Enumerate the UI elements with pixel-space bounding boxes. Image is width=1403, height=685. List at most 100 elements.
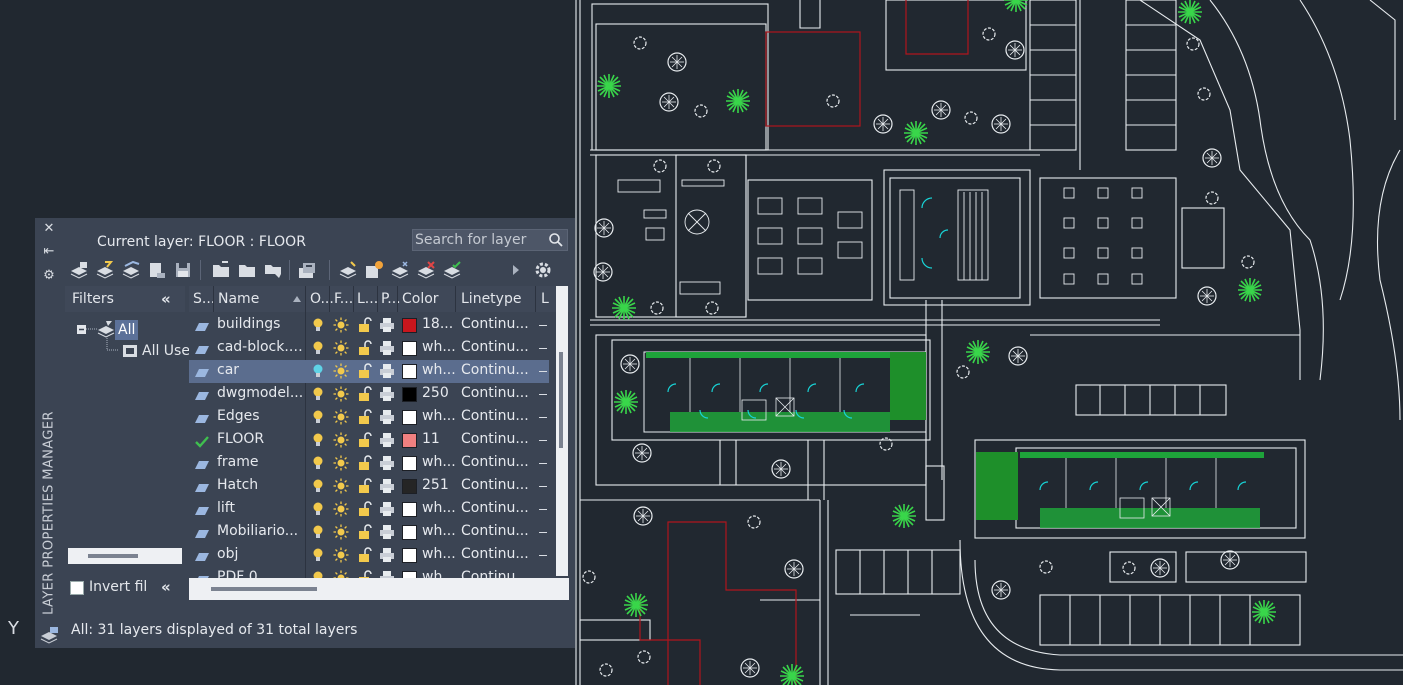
thaw-sun-icon[interactable] [333,409,349,425]
layer-linetype[interactable]: Continu... [461,454,531,470]
color-swatch[interactable] [402,341,417,356]
lineweight-line[interactable] [539,440,547,441]
thaw-sun-icon[interactable] [333,478,349,494]
color-swatch[interactable] [402,318,417,333]
save-state-icon[interactable] [173,260,193,280]
unlock-icon[interactable] [356,547,372,563]
on-bulb-icon[interactable] [310,455,326,471]
col-name[interactable]: Name [218,291,259,307]
layer-row[interactable]: Hatch 251 Continu... [189,475,569,498]
layer-color[interactable]: wh... [422,500,456,516]
on-bulb-icon[interactable] [310,501,326,517]
layer-states-manager-icon[interactable] [121,260,141,280]
color-swatch[interactable] [402,479,417,494]
layer-name[interactable]: obj [217,546,305,566]
delete-layer-icon[interactable] [416,260,436,280]
scrollbar-thumb[interactable] [211,587,317,591]
color-swatch[interactable] [402,456,417,471]
layer-status-icon[interactable] [194,411,210,425]
unlock-icon[interactable] [356,317,372,333]
lineweight-line[interactable] [539,371,547,372]
settings-gear-icon[interactable] [533,260,553,280]
layer-status-icon[interactable] [194,342,210,356]
layer-status-icon[interactable] [194,365,210,379]
plot-printer-icon[interactable] [379,478,395,494]
on-bulb-icon[interactable] [310,524,326,540]
unlock-icon[interactable] [356,409,372,425]
plot-printer-icon[interactable] [379,363,395,379]
layer-linetype[interactable]: Continu... [461,385,531,401]
col-linetype[interactable]: Linetype [461,291,521,307]
layer-row[interactable]: cad-block.… wh... Continu... [189,337,569,360]
layer-color[interactable]: wh... [422,362,456,378]
layer-status-icon[interactable] [194,549,210,563]
new-property-filter-icon[interactable] [69,260,89,280]
layer-linetype[interactable]: Continu... [461,362,531,378]
layer-status-icon[interactable] [194,503,210,517]
lineweight-line[interactable] [539,417,547,418]
layer-name[interactable]: buildings [217,316,305,336]
plot-printer-icon[interactable] [379,501,395,517]
on-bulb-icon[interactable] [310,409,326,425]
layer-color[interactable]: 18... [422,316,456,332]
layer-linetype[interactable]: Continu... [461,431,531,447]
layer-color[interactable]: 250 [422,385,456,401]
col-lineweight[interactable]: L [541,291,549,307]
layer-merge-icon[interactable] [390,260,410,280]
layer-name[interactable]: frame [217,454,305,474]
thaw-sun-icon[interactable] [333,501,349,517]
color-swatch[interactable] [402,410,417,425]
scrollbar-thumb[interactable] [559,352,563,448]
layer-list-hscroll[interactable] [189,578,569,600]
thaw-sun-icon[interactable] [333,455,349,471]
layer-linetype[interactable]: Continu... [461,523,531,539]
filters-scrollbar[interactable] [68,548,182,564]
layer-row[interactable]: Mobiliario... wh... Continu... [189,521,569,544]
thaw-sun-icon[interactable] [333,547,349,563]
thaw-sun-icon[interactable] [333,524,349,540]
expand-arrow-icon[interactable] [509,260,523,280]
layer-name[interactable]: car [217,362,305,382]
layer-name[interactable]: FLOOR [217,431,305,451]
col-on[interactable]: O... [310,291,334,307]
layer-color[interactable]: wh... [422,546,456,562]
color-swatch[interactable] [402,525,417,540]
plot-printer-icon[interactable] [379,340,395,356]
on-bulb-icon[interactable] [310,432,326,448]
col-status[interactable]: S... [193,291,215,307]
thaw-sun-icon[interactable] [333,386,349,402]
filter-all-used[interactable]: All Use [142,343,190,359]
collapse-icon[interactable]: « [161,578,171,596]
on-bulb-icon[interactable] [310,340,326,356]
lineweight-line[interactable] [539,532,547,533]
layer-linetype[interactable]: Continu... [461,316,531,332]
refresh-layers-icon[interactable] [297,260,317,280]
new-group-filter-icon[interactable] [95,260,115,280]
collapse-filters-icon[interactable]: « [161,290,171,308]
thaw-sun-icon[interactable] [333,432,349,448]
layer-linetype[interactable]: Continu... [461,408,531,424]
layer-linetype[interactable]: Continu... [461,339,531,355]
thaw-sun-icon[interactable] [333,317,349,333]
filter-all[interactable]: All [115,320,139,340]
col-color[interactable]: Color [402,291,439,307]
layer-linetype[interactable]: Continu... [461,546,531,562]
color-swatch[interactable] [402,387,417,402]
unlock-icon[interactable] [356,363,372,379]
new-layer-vp-frozen-icon[interactable] [364,260,384,280]
unlock-icon[interactable] [356,432,372,448]
layer-row[interactable]: frame wh... Continu... [189,452,569,475]
on-bulb-icon[interactable] [310,317,326,333]
unlock-icon[interactable] [356,478,372,494]
lineweight-line[interactable] [539,348,547,349]
new-layer-vp-icon[interactable] [147,260,167,280]
lineweight-line[interactable] [539,325,547,326]
color-swatch[interactable] [402,433,417,448]
plot-printer-icon[interactable] [379,386,395,402]
layer-linetype[interactable]: Continu... [461,477,531,493]
plot-printer-icon[interactable] [379,547,395,563]
plot-printer-icon[interactable] [379,432,395,448]
layer-color[interactable]: wh... [422,339,456,355]
layer-status-icon[interactable] [194,388,210,402]
thaw-sun-icon[interactable] [333,340,349,356]
